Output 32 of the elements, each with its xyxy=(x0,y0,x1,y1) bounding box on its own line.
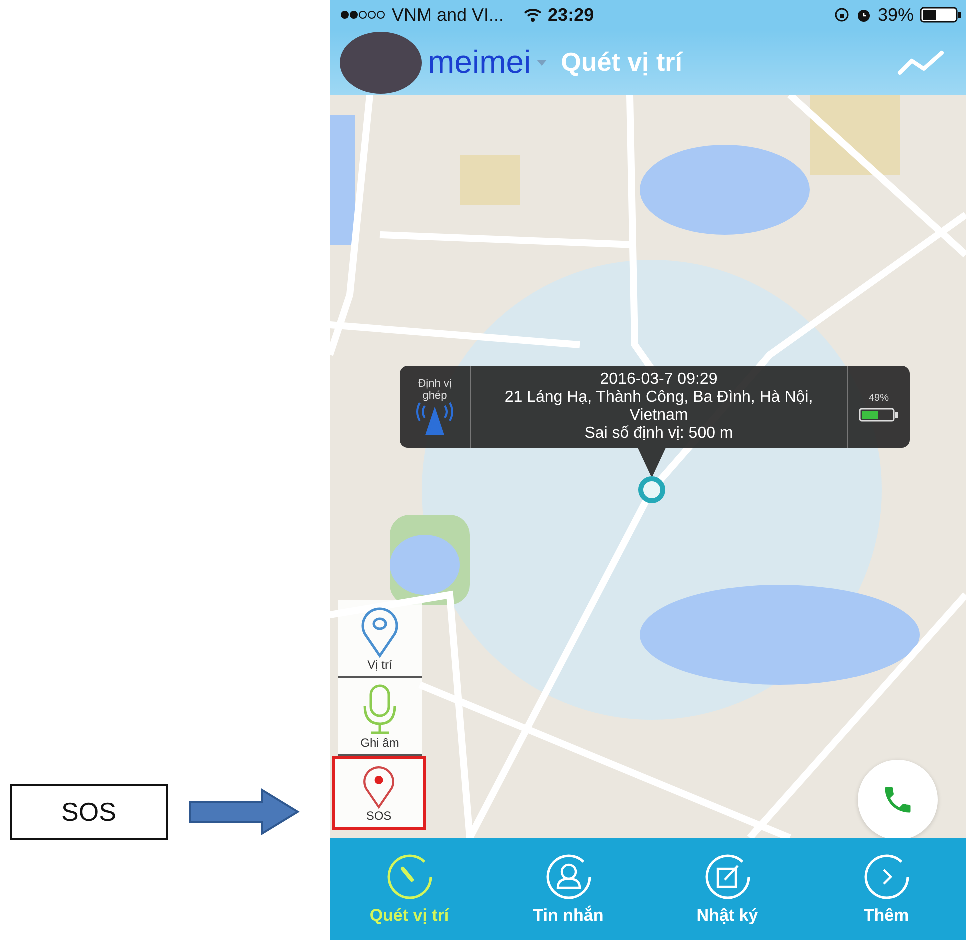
carrier-name: VNM and VI... xyxy=(392,4,504,26)
building-block xyxy=(460,155,520,205)
battery-icon xyxy=(859,408,899,422)
dropdown-caret-icon[interactable] xyxy=(537,60,548,66)
sos-button[interactable]: SOS xyxy=(332,756,426,830)
tab[interactable]: Nhật ký xyxy=(648,838,807,940)
location-pin-icon xyxy=(361,765,397,809)
battery-percent: 39% xyxy=(878,4,914,26)
device-battery-percent: 49% xyxy=(868,392,889,404)
wifi-icon xyxy=(524,8,542,22)
location-marker-icon xyxy=(637,475,667,505)
status-time: 23:29 xyxy=(548,4,594,26)
cell-tower-icon xyxy=(415,402,455,436)
location-button[interactable]: Vị trí xyxy=(338,600,422,678)
arrow-icon xyxy=(188,788,300,836)
gauge-icon xyxy=(384,852,434,902)
location-accuracy: Sai số định vị: 500 m xyxy=(584,425,734,443)
rotation-lock-icon xyxy=(834,7,850,23)
battery-icon xyxy=(920,7,962,23)
tab[interactable]: Tin nhắn xyxy=(489,838,648,940)
header-title: Quét vị trí xyxy=(561,47,682,78)
user-name[interactable]: meimei xyxy=(428,44,532,81)
annotation-label: SOS xyxy=(10,784,168,840)
location-address: 21 Láng Hạ, Thành Công, Ba Đình, Hà Nội, Vietnam xyxy=(504,389,814,425)
alarm-icon xyxy=(856,7,872,23)
location-mode: Định vị ghép xyxy=(417,378,453,402)
location-time: 2016-03-7 09:29 xyxy=(600,371,718,389)
tab[interactable]: Thêm xyxy=(807,838,966,940)
record-button[interactable]: Ghi âm xyxy=(338,678,422,756)
location-pin-icon xyxy=(360,606,400,658)
route-icon[interactable] xyxy=(896,48,946,76)
signal-icon xyxy=(340,10,386,20)
